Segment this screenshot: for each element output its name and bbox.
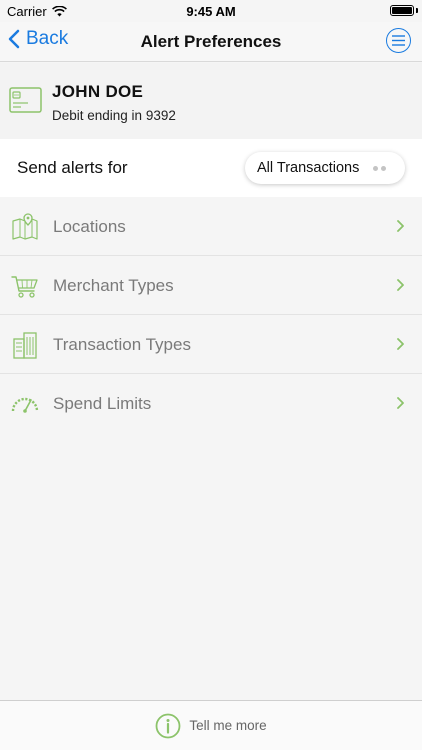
map-pin-icon bbox=[12, 213, 38, 240]
chevron-right-icon bbox=[397, 397, 404, 409]
screen: Carrier 9:45 AM Back Alert Preferences J… bbox=[0, 0, 422, 750]
nav-bar: Back Alert Preferences bbox=[0, 22, 422, 62]
tell-me-more-label: Tell me more bbox=[189, 718, 267, 733]
send-alerts-select[interactable]: All Transactions bbox=[245, 152, 405, 184]
chevron-right-icon bbox=[397, 220, 404, 232]
hamburger-menu-icon bbox=[392, 35, 405, 46]
battery-icon bbox=[390, 5, 414, 16]
alert-options-list: Locations Merchant Types Transaction Typ… bbox=[0, 197, 422, 433]
chevron-right-icon bbox=[397, 279, 404, 291]
info-icon bbox=[155, 713, 181, 738]
status-bar: Carrier 9:45 AM bbox=[0, 0, 422, 22]
tell-me-more-button[interactable]: Tell me more bbox=[0, 700, 422, 750]
option-label: Spend Limits bbox=[53, 394, 152, 413]
option-label: Locations bbox=[53, 217, 126, 236]
credit-card-icon bbox=[9, 87, 42, 113]
battery-nub bbox=[416, 8, 418, 13]
option-transaction-types[interactable]: Transaction Types bbox=[0, 315, 422, 374]
shopping-cart-icon bbox=[11, 276, 38, 298]
status-time: 9:45 AM bbox=[186, 4, 236, 19]
send-alerts-label: Send alerts for bbox=[17, 158, 128, 177]
speedometer-icon bbox=[11, 397, 39, 413]
account-name: JOHN DOE bbox=[52, 82, 144, 101]
building-icon bbox=[13, 332, 37, 359]
menu-button[interactable] bbox=[386, 28, 411, 53]
option-label: Transaction Types bbox=[53, 335, 191, 354]
option-locations[interactable]: Locations bbox=[0, 197, 422, 256]
send-alerts-value: All Transactions bbox=[257, 160, 360, 176]
footer-inner: Tell me more bbox=[155, 713, 267, 739]
option-label: Merchant Types bbox=[53, 276, 174, 295]
page-title: Alert Preferences bbox=[140, 32, 282, 51]
chevron-right-icon bbox=[397, 338, 404, 350]
account-subtitle: Debit ending in 9392 bbox=[52, 108, 176, 123]
send-alerts-row: Send alerts for All Transactions bbox=[0, 139, 422, 197]
select-toggle-icon bbox=[373, 166, 386, 171]
account-summary: JOHN DOE Debit ending in 9392 bbox=[0, 63, 422, 139]
option-merchant-types[interactable]: Merchant Types bbox=[0, 256, 422, 315]
option-spend-limits[interactable]: Spend Limits bbox=[0, 374, 422, 433]
